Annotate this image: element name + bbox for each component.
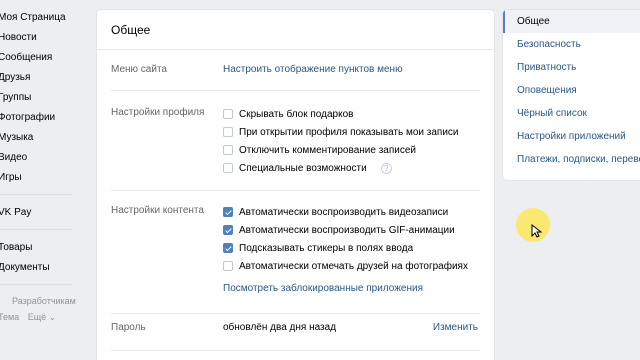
option-label: Отключить комментирование записей xyxy=(239,144,417,156)
profile-options: Скрывать блок подарков При открытии проф… xyxy=(223,105,459,177)
page-title: Общее xyxy=(97,10,494,50)
sidebar-divider xyxy=(0,229,72,230)
checkbox[interactable] xyxy=(223,243,233,253)
nav-item-notifications[interactable]: Оповещения xyxy=(503,79,640,102)
checkbox[interactable] xyxy=(223,225,233,235)
sidebar-divider xyxy=(0,284,72,285)
checkbox[interactable] xyxy=(223,127,233,137)
password-label: Пароль xyxy=(111,322,146,333)
nav-item-app-settings[interactable]: Настройки приложений xyxy=(503,125,640,148)
configure-menu-link[interactable]: Настроить отображение пунктов меню xyxy=(223,64,403,75)
checkbox[interactable] xyxy=(223,145,233,155)
content-options: Автоматически воспроизводить видеозаписи… xyxy=(223,203,468,294)
sidebar-item-groups[interactable]: Группы xyxy=(0,88,80,108)
sidebar-item-photos[interactable]: Фотографии xyxy=(0,108,80,128)
mouse-cursor-icon xyxy=(531,224,543,238)
sidebar-item-friends[interactable]: Друзья xyxy=(0,68,80,88)
section-divider xyxy=(111,90,480,91)
checkbox[interactable] xyxy=(223,261,233,271)
sidebar-item-games[interactable]: Игры xyxy=(0,168,80,188)
option-label: Подсказывать стикеры в полях ввода xyxy=(239,242,414,254)
nav-item-general[interactable]: Общее xyxy=(503,10,640,33)
option-label: Автоматически воспроизводить видеозаписи xyxy=(239,206,449,218)
option-suggest-stickers[interactable]: Подсказывать стикеры в полях ввода xyxy=(223,239,468,257)
password-status: обновлён два дня назад xyxy=(223,322,337,333)
sidebar-item-vk-pay[interactable]: VK Pay xyxy=(0,203,80,223)
option-disable-comments[interactable]: Отключить комментирование записей xyxy=(223,141,459,159)
option-label: При открытии профиля показывать мои запи… xyxy=(239,126,459,138)
option-label: Автоматически отмечать друзей на фотогра… xyxy=(239,260,468,272)
option-accessibility[interactable]: Специальные возможности? xyxy=(223,159,459,177)
profile-settings-label: Настройки профиля xyxy=(111,107,205,118)
option-tag-friends[interactable]: Автоматически отмечать друзей на фотогра… xyxy=(223,257,468,275)
change-password-link[interactable]: Изменить xyxy=(433,322,478,333)
option-hide-gifts[interactable]: Скрывать блок подарков xyxy=(223,105,459,123)
footer-theme-link[interactable]: Тема xyxy=(0,312,19,322)
nav-item-privacy[interactable]: Приватность xyxy=(503,56,640,79)
content-settings-label: Настройки контента xyxy=(111,205,204,216)
settings-panel: Общее Меню сайта Настроить отображение п… xyxy=(97,10,494,360)
checkbox[interactable] xyxy=(223,109,233,119)
sidebar-item-video[interactable]: Видео xyxy=(0,148,80,168)
site-menu-label: Меню сайта xyxy=(111,64,167,75)
sidebar-divider xyxy=(0,194,72,195)
option-label: Скрывать блок подарков xyxy=(239,108,354,120)
sidebar-item-my-page[interactable]: Моя Страница xyxy=(0,8,80,28)
sidebar-item-documents[interactable]: Документы xyxy=(0,258,80,278)
nav-item-blacklist[interactable]: Чёрный список xyxy=(503,102,640,125)
option-show-my-posts[interactable]: При открытии профиля показывать мои запи… xyxy=(223,123,459,141)
option-autoplay-gif[interactable]: Автоматически воспроизводить GIF-анимаци… xyxy=(223,221,468,239)
section-divider xyxy=(111,190,480,191)
checkbox[interactable] xyxy=(223,163,233,173)
sidebar-item-music[interactable]: Музыка xyxy=(0,128,80,148)
nav-item-security[interactable]: Безопасность xyxy=(503,33,640,56)
sidebar-item-news[interactable]: Новости xyxy=(0,28,80,48)
sidebar-item-messages[interactable]: Сообщения xyxy=(0,48,80,68)
checkbox[interactable] xyxy=(223,207,233,217)
footer-developers-link[interactable]: Разработчикам xyxy=(12,296,76,306)
sidebar-item-goods[interactable]: Товары xyxy=(0,238,80,258)
option-label: Автоматически воспроизводить GIF-анимаци… xyxy=(239,224,455,236)
footer-more-link[interactable]: Ещё ⌄ xyxy=(28,312,56,322)
help-icon[interactable]: ? xyxy=(380,162,392,174)
option-label: Специальные возможности xyxy=(239,162,367,174)
blocked-apps-link[interactable]: Посмотреть заблокированные приложения xyxy=(223,283,423,294)
option-autoplay-video[interactable]: Автоматически воспроизводить видеозаписи xyxy=(223,203,468,221)
nav-item-payments[interactable]: Платежи, подписки, переводы xyxy=(503,148,640,171)
settings-nav: Общее Безопасность Приватность Оповещени… xyxy=(503,10,640,180)
section-divider xyxy=(111,350,480,351)
left-sidebar: Моя Страница Новости Сообщения Друзья Гр… xyxy=(0,8,80,325)
section-divider xyxy=(111,313,480,314)
sidebar-footer: Разработчикам Тема Ещё ⌄ xyxy=(0,293,80,325)
